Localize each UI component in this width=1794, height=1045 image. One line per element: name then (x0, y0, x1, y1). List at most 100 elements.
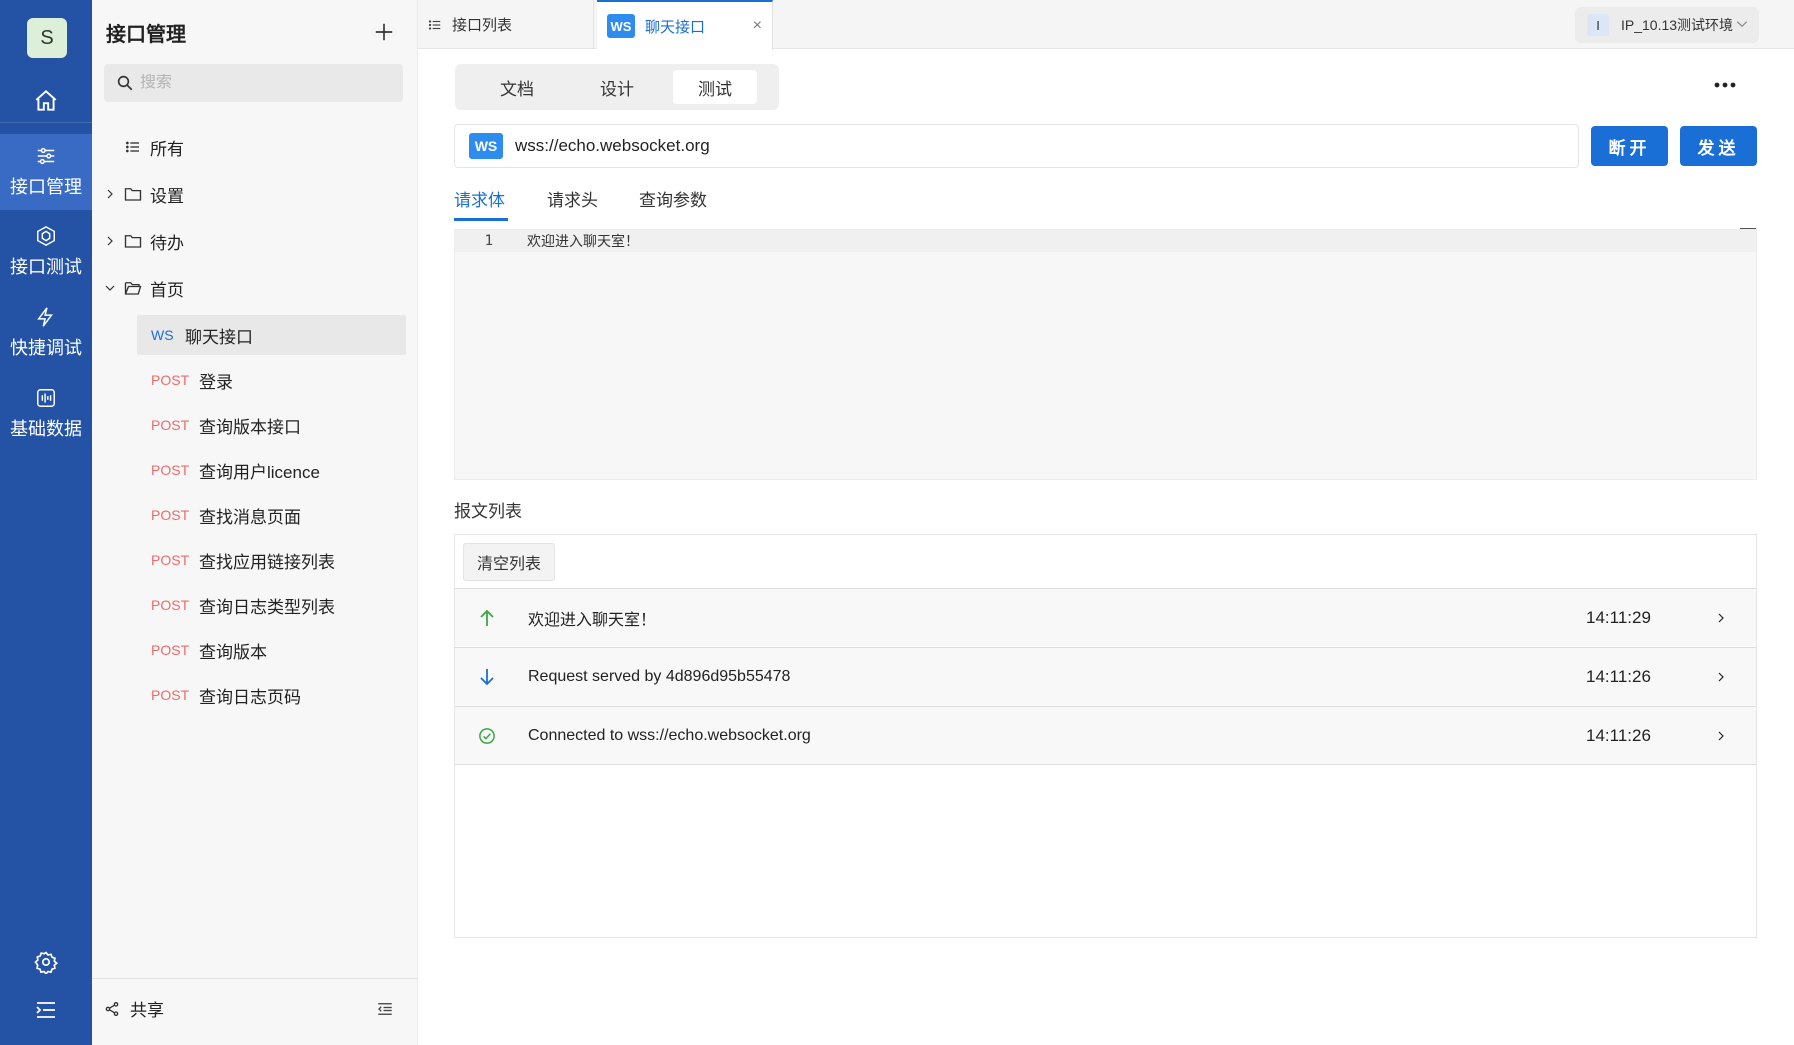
tab-query-params[interactable]: 查询参数 (639, 186, 707, 211)
share-icon (105, 1001, 119, 1016)
api-name: 查询用户licence (199, 462, 320, 482)
message-list-title: 报文列表 (454, 502, 522, 521)
tree-folder-home[interactable]: 首页 (92, 268, 418, 308)
method-badge: POST (151, 417, 190, 433)
chevron-right-icon[interactable] (1706, 611, 1736, 625)
avatar[interactable]: S (27, 18, 67, 58)
api-item[interactable]: POST 查找应用链接列表 (137, 540, 406, 580)
chevron-right-icon[interactable] (1706, 670, 1736, 684)
tree-folder-settings[interactable]: 设置 (92, 174, 418, 214)
lightning-icon (37, 307, 53, 327)
add-icon[interactable] (370, 18, 398, 46)
mode-switch: 文档 设计 测试 (455, 64, 779, 110)
env-name: IP_10.13测试环境 (1621, 17, 1734, 33)
share-button[interactable]: 共享 (104, 996, 164, 1021)
rail-nav-label: 快捷调试 (10, 338, 82, 358)
rail-nav-label: 接口测试 (10, 257, 82, 277)
mode-design[interactable]: 设计 (575, 70, 659, 104)
message-time: 14:11:26 (1586, 725, 1651, 745)
menu-icon[interactable] (0, 990, 92, 1030)
rail-nav-api-test[interactable]: 接口测试 (0, 214, 92, 290)
message-text: Connected to wss://echo.websocket.org (528, 726, 811, 744)
tab-label: 接口列表 (452, 17, 513, 34)
tab-request-body[interactable]: 请求体 (454, 186, 505, 211)
more-icon[interactable] (1712, 75, 1738, 95)
clear-list-button[interactable]: 清空列表 (463, 543, 555, 581)
line-code: 欢迎进入聊天室！ (527, 234, 639, 250)
api-item[interactable]: POST 查询版本接口 (137, 405, 406, 445)
chevron-right-icon (98, 235, 122, 247)
mode-test[interactable]: 测试 (673, 70, 757, 104)
tab-chat-api[interactable]: WS 聊天接口 × (597, 0, 773, 50)
chevron-down-icon (98, 282, 122, 294)
tree-item-label: 所有 (150, 139, 184, 159)
home-icon[interactable] (0, 80, 92, 122)
folder-icon (122, 186, 144, 202)
rail-nav-quick-debug[interactable]: 快捷调试 (0, 295, 92, 371)
list-icon (428, 19, 441, 30)
left-rail: S 接口管理 接口测试 快捷调试 基础数据 (0, 0, 92, 1045)
tree-folder-todo[interactable]: 待办 (92, 221, 418, 261)
rail-nav-api-management[interactable]: 接口管理 (0, 134, 92, 210)
list-icon (122, 139, 144, 155)
cube-icon (37, 225, 55, 247)
tab-bar: 接口列表 WS 聊天接口 × I IP_10.13测试环境 (418, 0, 1794, 50)
arrow-up-icon (457, 609, 517, 627)
method-badge: POST (151, 597, 190, 613)
url-bar: WS (454, 124, 1579, 168)
api-name: 登录 (199, 372, 233, 392)
tab-request-headers[interactable]: 请求头 (547, 186, 598, 211)
gear-icon[interactable] (0, 942, 92, 982)
chevron-right-icon (98, 188, 122, 200)
tree-item-all[interactable]: 所有 (92, 127, 418, 167)
send-button[interactable]: 发送 (1680, 126, 1757, 166)
tab-api-list[interactable]: 接口列表 (418, 0, 594, 49)
api-item[interactable]: POST 查询日志页码 (137, 675, 406, 715)
ws-badge: WS (607, 14, 635, 38)
folder-icon (122, 233, 144, 249)
search-box (104, 64, 403, 102)
message-time: 14:11:26 (1586, 666, 1651, 686)
rail-nav-base-data[interactable]: 基础数据 (0, 376, 92, 452)
disconnect-button[interactable]: 断开 (1591, 126, 1668, 166)
method-badge: POST (151, 552, 190, 568)
code-editor[interactable]: 1 欢迎进入聊天室！ (454, 229, 1757, 480)
collapse-panel-icon[interactable] (372, 996, 398, 1022)
rail-divider (0, 122, 92, 123)
api-item[interactable]: POST 查询版本 (137, 630, 406, 670)
message-list: 清空列表 欢迎进入聊天室！ 14:11:29 Request served by… (454, 534, 1757, 938)
message-row[interactable]: 欢迎进入聊天室！ 14:11:29 (455, 588, 1756, 646)
search-icon (117, 75, 133, 91)
close-icon[interactable]: × (753, 17, 762, 35)
tree-item-label: 首页 (150, 280, 184, 300)
api-name: 查找消息页面 (199, 507, 301, 527)
line-number: 1 (484, 233, 493, 249)
api-item[interactable]: POST 登录 (137, 360, 406, 400)
api-item[interactable]: POST 查找消息页面 (137, 495, 406, 535)
tree-item-label: 设置 (150, 186, 184, 206)
api-name: 查找应用链接列表 (199, 552, 335, 572)
api-item[interactable]: POST 查询用户licence (137, 450, 406, 490)
method-badge: WS (151, 327, 174, 343)
method-badge: POST (151, 462, 190, 478)
tab-label: 聊天接口 (645, 18, 706, 36)
api-tree-panel: 接口管理 所有 设置 待办 (92, 0, 418, 1045)
rail-nav-label: 接口管理 (10, 177, 82, 197)
message-row[interactable]: Request served by 4d896d95b55478 14:11:2… (455, 647, 1756, 705)
message-row[interactable]: Connected to wss://echo.websocket.org 14… (455, 706, 1756, 765)
chevron-right-icon[interactable] (1706, 729, 1736, 743)
url-input[interactable] (515, 136, 1515, 156)
environment-select[interactable]: I IP_10.13测试环境 (1575, 7, 1759, 43)
check-circle-icon (457, 727, 517, 745)
mode-doc[interactable]: 文档 (475, 70, 559, 104)
sliders-icon (37, 147, 55, 165)
api-item[interactable]: WS 聊天接口 (137, 315, 406, 355)
arrow-down-icon (457, 668, 517, 686)
share-label: 共享 (130, 1001, 164, 1020)
panel-title: 接口管理 (106, 24, 186, 46)
env-marker: I (1587, 14, 1609, 36)
api-name: 查询日志类型列表 (199, 597, 335, 617)
api-item[interactable]: POST 查询日志类型列表 (137, 585, 406, 625)
search-input[interactable] (140, 74, 380, 92)
method-badge: POST (151, 372, 190, 388)
